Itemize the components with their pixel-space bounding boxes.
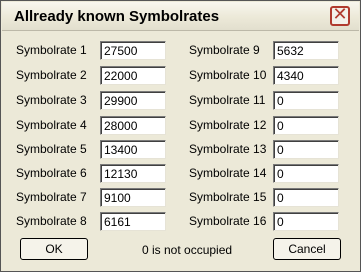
symbolrate-label: Symbolrate 13 bbox=[189, 142, 267, 156]
symbolrate-field-3[interactable] bbox=[100, 91, 166, 110]
ok-button[interactable]: OK bbox=[20, 238, 88, 260]
dialog-title: Allready known Symbolrates bbox=[14, 8, 220, 25]
symbolrate-field-7[interactable] bbox=[100, 188, 166, 207]
symbolrate-label: Symbolrate 8 bbox=[16, 214, 87, 228]
symbolrate-field-13[interactable] bbox=[273, 140, 339, 159]
symbolrate-field-11[interactable] bbox=[273, 91, 339, 110]
symbolrate-label: Symbolrate 6 bbox=[16, 166, 87, 180]
close-icon[interactable]: ✕ bbox=[330, 6, 350, 26]
symbolrate-label: Symbolrate 9 bbox=[189, 43, 260, 57]
symbolrate-field-2[interactable] bbox=[100, 66, 166, 85]
symbolrate-field-15[interactable] bbox=[273, 188, 339, 207]
symbolrate-field-9[interactable] bbox=[273, 41, 339, 60]
symbolrate-label: Symbolrate 10 bbox=[189, 68, 267, 82]
symbolrate-label: Symbolrate 14 bbox=[189, 166, 267, 180]
symbolrate-field-16[interactable] bbox=[273, 212, 339, 231]
title-bar[interactable]: Allready known Symbolrates ✕ bbox=[2, 2, 359, 31]
symbolrate-field-1[interactable] bbox=[100, 41, 166, 60]
symbolrate-label: Symbolrate 7 bbox=[16, 190, 87, 204]
symbolrate-field-6[interactable] bbox=[100, 164, 166, 183]
symbolrate-label: Symbolrate 5 bbox=[16, 142, 87, 156]
symbolrate-label: Symbolrate 3 bbox=[16, 93, 87, 107]
symbolrate-label: Symbolrate 11 bbox=[189, 93, 266, 107]
status-text: 0 is not occupied bbox=[142, 243, 233, 257]
symbolrate-label: Symbolrate 4 bbox=[16, 118, 87, 132]
symbolrate-label: Symbolrate 12 bbox=[189, 118, 267, 132]
symbolrates-dialog: Allready known Symbolrates ✕ Symbolrate … bbox=[0, 0, 361, 272]
symbolrate-label: Symbolrate 1 bbox=[16, 43, 87, 57]
cancel-button[interactable]: Cancel bbox=[273, 238, 341, 260]
symbolrate-label: Symbolrate 2 bbox=[16, 68, 87, 82]
symbolrate-label: Symbolrate 15 bbox=[189, 190, 267, 204]
symbolrate-field-10[interactable] bbox=[273, 66, 339, 85]
symbolrate-field-8[interactable] bbox=[100, 212, 166, 231]
symbolrate-field-14[interactable] bbox=[273, 164, 339, 183]
symbolrate-field-5[interactable] bbox=[100, 140, 166, 159]
symbolrate-field-12[interactable] bbox=[273, 116, 339, 135]
symbolrate-field-4[interactable] bbox=[100, 116, 166, 135]
symbolrate-label: Symbolrate 16 bbox=[189, 214, 267, 228]
